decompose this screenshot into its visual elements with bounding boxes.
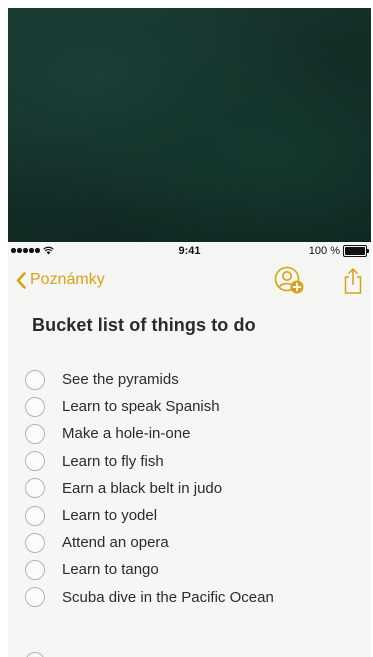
checklist-item[interactable]: Learn to tango	[25, 556, 274, 583]
checklist-item[interactable]: Make a hole-in-one	[25, 420, 274, 447]
share-button[interactable]	[341, 266, 365, 296]
checklist-item-text[interactable]: Earn a black belt in judo	[62, 480, 222, 497]
phone-screen: 9:41 100 % Poznámky Bucket list of thing…	[8, 242, 371, 657]
checklist-circle[interactable]	[25, 396, 45, 417]
checklist-circle[interactable]	[25, 451, 45, 472]
add-people-button[interactable]	[273, 266, 307, 296]
battery-percent: 100 %	[308, 245, 340, 257]
app-frame: 9:41 100 % Poznámky Bucket list of thing…	[0, 0, 373, 657]
checklist-item[interactable]: Earn a black belt in judo	[25, 475, 274, 502]
checklist-item[interactable]: Learn to fly fish	[25, 448, 274, 475]
checklist-circle[interactable]	[25, 478, 45, 499]
share-icon	[344, 267, 362, 294]
checklist-item-text[interactable]: Learn to speak Spanish	[62, 398, 220, 415]
checklist-item[interactable]: Attend an opera	[25, 529, 274, 556]
checklist-item-text[interactable]: Learn to yodel	[62, 507, 157, 524]
checklist-circle[interactable]	[25, 423, 45, 444]
checklist: See the pyramids Learn to speak Spanish Ma…	[25, 366, 274, 611]
checklist-circle[interactable]	[25, 505, 45, 526]
add-person-icon	[274, 266, 304, 294]
checklist-circle[interactable]	[25, 559, 45, 580]
checklist-item-text[interactable]: Learn to fly fish	[62, 453, 164, 470]
back-label: Poznámky	[30, 271, 105, 288]
checklist-item[interactable]: Learn to speak Spanish	[25, 393, 274, 420]
status-bar: 9:41 100 %	[8, 242, 371, 262]
checklist-item[interactable]: Learn to yodel	[25, 502, 274, 529]
checklist-item[interactable]: Scuba dive in the Pacific Ocean	[25, 584, 274, 611]
checklist-circle[interactable]	[25, 532, 45, 553]
checklist-circle[interactable]	[25, 587, 45, 608]
back-button[interactable]: Poznámky	[16, 271, 105, 289]
checklist-item-text[interactable]: See the pyramids	[62, 371, 179, 388]
checklist-circle[interactable]	[25, 369, 45, 390]
battery-icon	[343, 245, 369, 257]
navigation-bar: Poznámky	[8, 262, 371, 300]
checklist-item-text[interactable]: Learn to tango	[62, 561, 159, 578]
chevron-left-icon	[16, 271, 26, 289]
note-title[interactable]: Bucket list of things to do	[32, 315, 256, 336]
checklist-item[interactable]: See the pyramids	[25, 366, 274, 393]
checklist-item-text[interactable]: Scuba dive in the Pacific Ocean	[62, 589, 274, 606]
wallpaper-backdrop	[8, 8, 371, 242]
checklist-circle-partial[interactable]	[25, 652, 45, 657]
checklist-item-text[interactable]: Make a hole-in-one	[62, 425, 190, 442]
checklist-item-text[interactable]: Attend an opera	[62, 534, 169, 551]
battery-indicator: 100 %	[308, 245, 369, 257]
